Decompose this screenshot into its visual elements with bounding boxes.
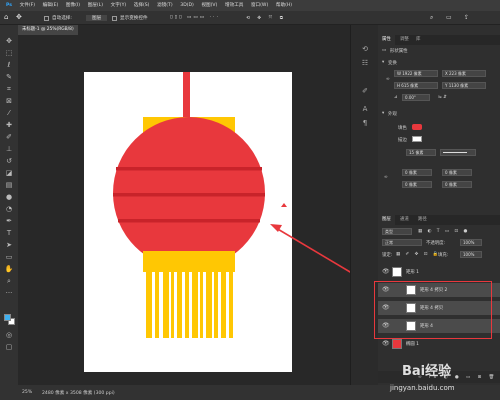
lantern-string	[183, 72, 190, 117]
fill-swatch[interactable]	[412, 124, 422, 130]
fill-label: 填色	[398, 126, 407, 131]
character-icon[interactable]: A	[360, 105, 370, 114]
visibility-eye-icon[interactable]: 👁	[382, 268, 390, 275]
height-field[interactable]: H 615 像素	[394, 82, 438, 89]
corner-link-icon[interactable]: ∞	[384, 175, 388, 180]
tab-properties[interactable]: 属性	[378, 35, 395, 45]
opacity-label: 不透明度:	[426, 241, 446, 246]
annotation-highlight-box	[374, 281, 492, 339]
corner-radius-1[interactable]: 0 像素	[402, 169, 432, 176]
layer-fill-label: 填充:	[438, 253, 449, 258]
lantern-bottom-cap	[143, 251, 235, 272]
lantern-stripe	[118, 219, 260, 223]
tab-paths[interactable]: 路径	[414, 215, 431, 225]
blend-mode-dropdown[interactable]: 正常	[382, 239, 422, 246]
watermark: Bai经验 jingyan.baidu.com	[362, 360, 498, 400]
corner-radius-3[interactable]: 0 像素	[402, 181, 432, 188]
corner-radius-2[interactable]: 0 像素	[442, 169, 472, 176]
link-icon[interactable]: ∞	[386, 77, 390, 82]
y-field[interactable]: Y 1130 像素	[442, 82, 486, 89]
layer-name: 矩形 1	[406, 270, 419, 275]
layer-thumbnail	[392, 339, 402, 349]
lock-icons[interactable]: ▦ ✐ ✥ ⊡ 🔒	[396, 252, 440, 257]
visibility-eye-icon[interactable]: 👁	[382, 340, 390, 347]
appearance-heading: 外观	[388, 112, 397, 117]
shape-type-icon: ▭	[382, 48, 387, 53]
properties-icon[interactable]: ☷	[360, 59, 370, 68]
lantern-tassels	[146, 272, 233, 338]
history-icon[interactable]: ⟲	[360, 45, 370, 54]
watermark-url: jingyan.baidu.com	[390, 384, 455, 392]
transform-chevron-icon[interactable]: ▾	[382, 60, 384, 65]
appearance-chevron-icon[interactable]: ▾	[382, 111, 384, 116]
stroke-swatch[interactable]	[412, 136, 422, 142]
small-red-marker	[281, 203, 287, 207]
corner-radius-4[interactable]: 0 像素	[442, 181, 472, 188]
stroke-size-field[interactable]: 15 像素	[406, 149, 436, 156]
layer-filter-dropdown[interactable]: 类型	[382, 228, 412, 235]
filter-icons[interactable]: ▦ ◐ T ▭ ⊡ ●	[418, 229, 469, 234]
x-field[interactable]: X 223 像素	[442, 70, 486, 77]
tab-layers[interactable]: 图层	[378, 215, 395, 225]
lantern-stripe	[116, 167, 262, 171]
layer-filter-label: 类型	[385, 229, 393, 234]
flip-icons[interactable]: ⇋ ⇵	[438, 95, 447, 100]
zoom-level[interactable]: 25%	[22, 390, 32, 395]
paragraph-icon[interactable]: ¶	[360, 119, 370, 128]
angle-icon: ⊿	[394, 95, 398, 100]
brush-settings-icon[interactable]: ✐	[360, 87, 370, 96]
opacity-field[interactable]: 100%	[460, 239, 482, 246]
layers-tabs: 图层 通道 路径	[378, 215, 500, 225]
layer-fill-field[interactable]: 100%	[460, 251, 482, 258]
lantern-stripe	[113, 193, 265, 197]
tab-libraries[interactable]: 库	[412, 35, 424, 45]
width-field[interactable]: W 1922 像素	[394, 70, 438, 77]
stroke-label: 描边	[398, 138, 407, 143]
shape-type-label: 形状属性	[390, 49, 408, 54]
watermark-site: Bai经验	[402, 364, 452, 379]
stroke-line-preview	[443, 152, 467, 153]
layer-row[interactable]: 👁 椭圆 1	[378, 337, 500, 351]
transform-heading: 变换	[388, 61, 397, 66]
layer-row[interactable]: 👁 矩形 1	[378, 265, 500, 279]
angle-field[interactable]: 0.00°	[402, 94, 430, 101]
lock-label: 锁定:	[382, 253, 393, 258]
document-info: 2480 像素 x 3508 像素 (300 ppi)	[42, 391, 115, 396]
layer-thumbnail	[392, 267, 402, 277]
tab-adjustments[interactable]: 调整	[396, 35, 413, 45]
tab-channels[interactable]: 通道	[396, 215, 413, 225]
properties-tabs: 属性 调整 库	[378, 35, 500, 45]
layer-name: 椭圆 1	[406, 342, 419, 347]
